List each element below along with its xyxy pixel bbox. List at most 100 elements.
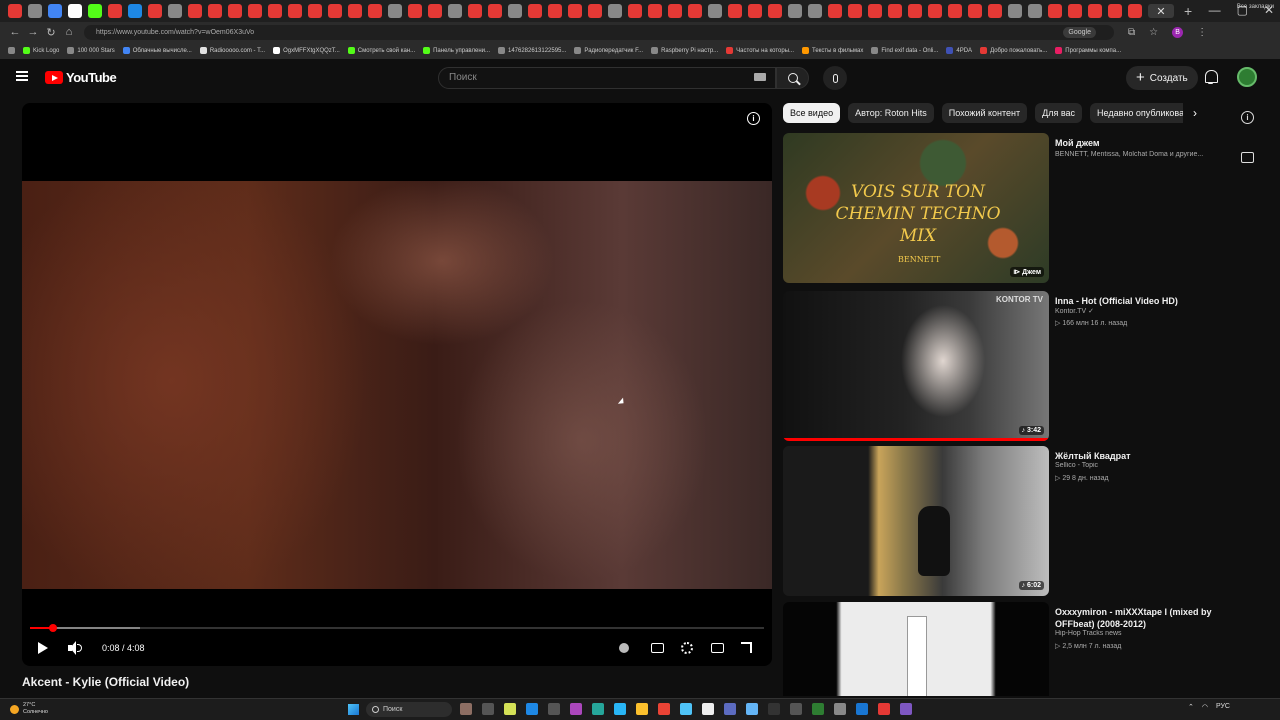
bookmark-item[interactable]: Find exif data - Onli...	[871, 47, 938, 54]
autoplay-toggle[interactable]	[619, 643, 629, 653]
bookmark-item[interactable]: Программы компа...	[1055, 47, 1121, 54]
browser-tab-favicon[interactable]	[448, 4, 462, 18]
thumbnail[interactable]	[783, 602, 1049, 696]
recommendation-item[interactable]: VOIS SUR TON CHEMIN TECHNO MIX BENNETT ⧐…	[783, 133, 1243, 283]
weather-widget[interactable]: 27°C Солнечно	[10, 702, 48, 716]
chip-2[interactable]: Похожий контент	[941, 103, 1028, 123]
browser-tab-favicon[interactable]	[768, 4, 782, 18]
browser-tab-favicon[interactable]	[408, 4, 422, 18]
progress-bar[interactable]	[30, 624, 764, 632]
taskbar-app-icon[interactable]	[878, 703, 890, 715]
browser-tab-favicon[interactable]	[688, 4, 702, 18]
browser-tab-favicon[interactable]	[968, 4, 982, 18]
chevron-up-icon[interactable]: ⌃	[1188, 703, 1194, 711]
taskbar-app-icon[interactable]	[636, 703, 648, 715]
bookmark-item[interactable]: Панель управлени...	[423, 47, 490, 54]
taskbar-app-icon[interactable]	[856, 703, 868, 715]
browser-tab-favicon[interactable]	[908, 4, 922, 18]
browser-tab-favicon[interactable]	[568, 4, 582, 18]
browser-tab-favicon[interactable]	[108, 4, 122, 18]
chip-0[interactable]: Все видео	[783, 103, 841, 123]
taskbar-app-icon[interactable]	[526, 703, 538, 715]
apps-grid-icon[interactable]	[8, 47, 15, 54]
search-engine-pill[interactable]: Google	[1063, 26, 1096, 38]
browser-tab-favicon[interactable]	[748, 4, 762, 18]
taskbar-app-icon[interactable]	[768, 703, 780, 715]
bookmark-item[interactable]: Облачные вычисле...	[122, 47, 192, 54]
browser-tab-favicon[interactable]	[708, 4, 722, 18]
rec-title[interactable]: Oxxxymiron - miXXXtape I (mixed by OFFbe…	[1055, 606, 1230, 630]
rec-title[interactable]: Мой джем	[1055, 137, 1230, 149]
browser-tab-favicon[interactable]	[1088, 4, 1102, 18]
new-tab-button[interactable]: +	[1184, 3, 1192, 19]
browser-tab-favicon[interactable]	[128, 4, 142, 18]
taskbar-app-icon[interactable]	[504, 703, 516, 715]
browser-tab-favicon[interactable]	[848, 4, 862, 18]
thumbnail[interactable]: VOIS SUR TON CHEMIN TECHNO MIX BENNETT ⧐…	[783, 133, 1049, 283]
browser-tab-favicon[interactable]	[28, 4, 42, 18]
browser-tab-favicon[interactable]	[628, 4, 642, 18]
recommendation-item[interactable]: ♪ 6:02 Жёлтый Квадрат Sellico - Topic ▷ …	[783, 446, 1243, 596]
browser-tab-favicon[interactable]	[808, 4, 822, 18]
bookmark-item[interactable]: Radiooooo.com - T...	[199, 47, 265, 54]
create-button[interactable]: + Создать	[1126, 66, 1198, 90]
active-tab[interactable]: ✕	[1148, 4, 1174, 18]
extensions-icon[interactable]: ⧉	[1128, 27, 1135, 38]
taskbar-app-icon[interactable]	[570, 703, 582, 715]
browser-tab-favicon[interactable]	[308, 4, 322, 18]
wifi-icon[interactable]: ◠	[1202, 703, 1208, 711]
browser-tab-favicon[interactable]	[208, 4, 222, 18]
browser-tab-favicon[interactable]	[368, 4, 382, 18]
browser-tab-favicon[interactable]	[988, 4, 1002, 18]
theater-mode-icon[interactable]	[711, 643, 724, 653]
video-player[interactable]: i 0:08 / 4:08	[22, 103, 772, 666]
voice-search-button[interactable]	[823, 66, 847, 90]
browser-tab-favicon[interactable]	[248, 4, 262, 18]
recommendation-item[interactable]: KONTOR TV ♪ 3:42 Inna - Hot (Official Vi…	[783, 291, 1243, 441]
browser-tab-favicon[interactable]	[828, 4, 842, 18]
info-icon[interactable]: i	[1241, 111, 1254, 124]
recommendation-item[interactable]: Oxxxymiron - miXXXtape I (mixed by OFFbe…	[783, 602, 1243, 696]
bookmark-item[interactable]: Тексты в фильмах	[802, 47, 863, 54]
browser-tab-favicon[interactable]	[428, 4, 442, 18]
forward-icon[interactable]: →	[24, 26, 42, 38]
taskbar-app-icon[interactable]	[548, 703, 560, 715]
browser-tab-favicon[interactable]	[1028, 4, 1042, 18]
bookmark-item[interactable]: Добро пожаловать...	[980, 47, 1047, 54]
browser-tab-favicon[interactable]	[608, 4, 622, 18]
taskbar-app-icon[interactable]	[746, 703, 758, 715]
browser-tab-favicon[interactable]	[668, 4, 682, 18]
browser-tab-favicon[interactable]	[48, 4, 62, 18]
home-icon[interactable]: ⌂	[60, 26, 78, 38]
rec-channel[interactable]: BENNETT, Mentissa, Molchat Doma и другие…	[1055, 151, 1235, 158]
scrubber-handle[interactable]	[49, 624, 58, 632]
taskbar-app-icon[interactable]	[460, 703, 472, 715]
bookmark-item[interactable]: 4PDA	[946, 47, 972, 54]
menu-dots-icon[interactable]: ⋮	[1197, 27, 1207, 38]
browser-tab-favicon[interactable]	[388, 4, 402, 18]
browser-tab-favicon[interactable]	[468, 4, 482, 18]
browser-tab-favicon[interactable]	[1068, 4, 1082, 18]
chip-1[interactable]: Автор: Roton Hits	[848, 103, 934, 123]
bookmark-item[interactable]: Raspberry Pi настр...	[651, 47, 718, 54]
notifications-bell-icon[interactable]	[1204, 70, 1218, 84]
play-button[interactable]	[38, 642, 48, 654]
taskbar-search[interactable]: Поиск	[366, 702, 452, 717]
start-button-icon[interactable]	[348, 704, 359, 715]
info-icon[interactable]: i	[747, 112, 760, 125]
bookmark-item[interactable]: Смотреть свой кан...	[347, 47, 415, 54]
taskbar-app-icon[interactable]	[614, 703, 626, 715]
browser-tab-favicon[interactable]	[788, 4, 802, 18]
browser-tab-favicon[interactable]	[268, 4, 282, 18]
bookmark-item[interactable]: 100 000 Stars	[67, 47, 115, 54]
browser-tab-favicon[interactable]	[1008, 4, 1022, 18]
browser-tab-favicon[interactable]	[1048, 4, 1062, 18]
language-indicator[interactable]: РУС	[1216, 703, 1230, 711]
browser-tab-favicon[interactable]	[228, 4, 242, 18]
url-field[interactable]: https://www.youtube.com/watch?v=wOem06X3…	[84, 24, 1114, 40]
taskbar-app-icon[interactable]	[834, 703, 846, 715]
taskbar-app-icon[interactable]	[592, 703, 604, 715]
rec-title[interactable]: Жёлтый Квадрат	[1055, 450, 1230, 462]
taskbar-app-icon[interactable]	[812, 703, 824, 715]
browser-tab-favicon[interactable]	[68, 4, 82, 18]
